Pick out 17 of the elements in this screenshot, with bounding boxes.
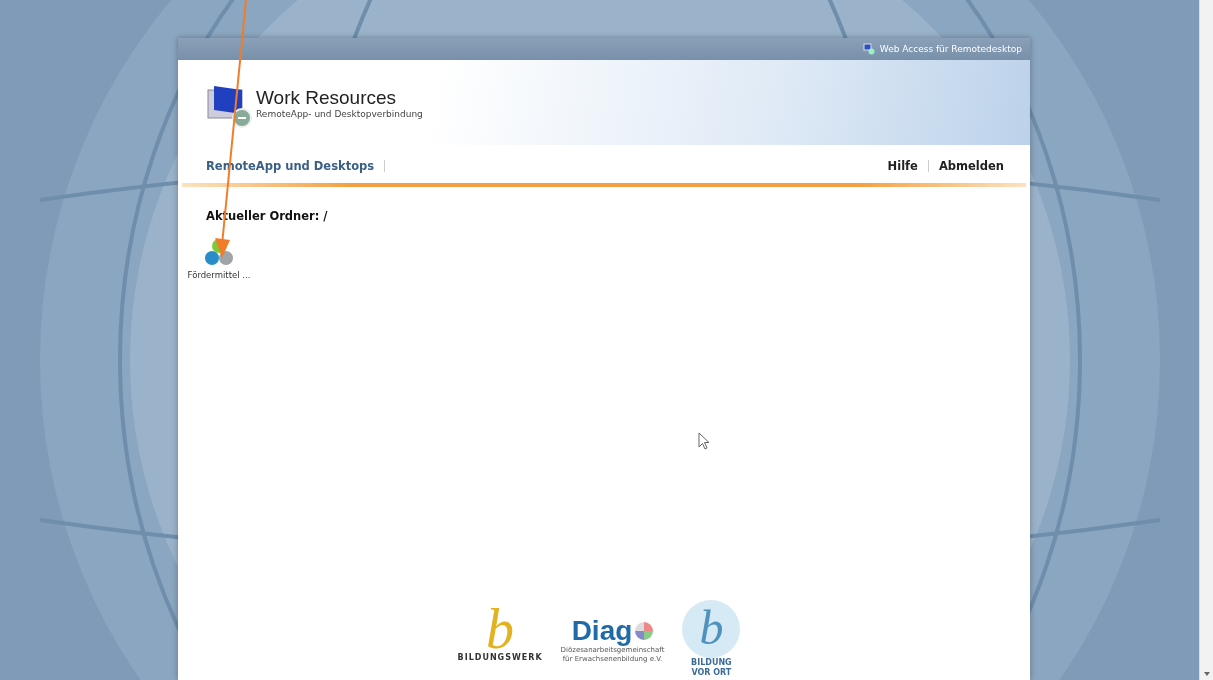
mouse-pointer-icon [698, 432, 710, 450]
remote-desktop-icon [862, 43, 875, 55]
site-subtitle: RemoteApp- und Desktopverbindung [256, 108, 423, 119]
site-title: Work Resources [256, 86, 398, 109]
logo-letter: b [486, 605, 515, 653]
logo-letter: b [682, 600, 741, 658]
logo-caption: BILDUNG [691, 658, 732, 668]
app-label[interactable]: Fördermittel ... [187, 270, 251, 280]
logo-name: BILDUNGSWERK [457, 653, 543, 662]
scrollbar[interactable] [1199, 0, 1213, 680]
flower-icon [635, 622, 654, 640]
scroll-down-icon[interactable] [1203, 672, 1210, 676]
logo-caption: VOR ORT [691, 668, 732, 678]
nav-link[interactable]: Hilfe [887, 159, 918, 173]
nav-link[interactable]: Abmelden [938, 159, 1004, 173]
logo-name: Diag [571, 616, 633, 646]
computer-icon [206, 83, 254, 128]
